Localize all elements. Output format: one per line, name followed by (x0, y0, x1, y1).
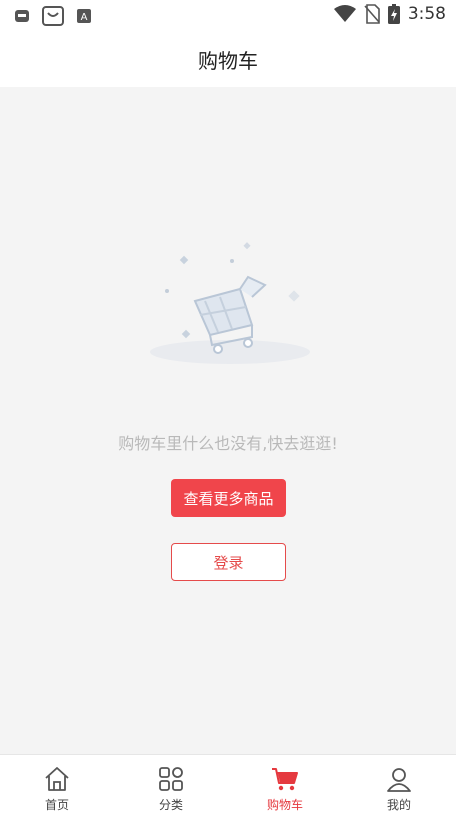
tab-mine[interactable]: 我的 (342, 755, 456, 819)
cart-empty-area: 购物车里什么也没有,快去逛逛! 查看更多商品 登录 (0, 87, 456, 754)
bottom-tab-bar: 首页 分类 购物车 我的 (0, 754, 456, 819)
tab-cart[interactable]: 购物车 (228, 755, 342, 819)
battery-charging-icon (387, 4, 400, 24)
tab-label: 首页 (44, 798, 69, 812)
tab-label: 我的 (386, 798, 411, 812)
notification-app-icon (15, 10, 29, 22)
shopping-bag-notification-icon (42, 6, 64, 26)
status-bar: A 3:58 (0, 0, 456, 32)
user-icon (387, 768, 411, 792)
home-icon (45, 767, 69, 791)
status-time: 3:58 (407, 4, 446, 24)
tab-label: 分类 (158, 798, 183, 812)
status-right-icons: 3:58 (333, 4, 446, 24)
tab-label: 购物车 (266, 798, 303, 812)
status-left-icons: A (14, 6, 92, 26)
empty-cart-message: 购物车里什么也没有,快去逛逛! (118, 434, 338, 453)
page-title: 购物车 (198, 49, 258, 73)
view-more-products-button[interactable]: 查看更多商品 (171, 479, 286, 517)
tab-category[interactable]: 分类 (114, 755, 228, 819)
category-icon (159, 767, 183, 791)
empty-cart-illustration (150, 242, 310, 364)
no-sim-icon (364, 4, 380, 24)
cart-icon (272, 768, 298, 791)
svg-text:A: A (81, 12, 88, 23)
a-notification-icon: A (77, 9, 91, 23)
wifi-icon (333, 5, 356, 22)
page-header: 购物车 (0, 32, 456, 87)
tab-home[interactable]: 首页 (0, 755, 114, 819)
login-button[interactable]: 登录 (171, 543, 286, 581)
